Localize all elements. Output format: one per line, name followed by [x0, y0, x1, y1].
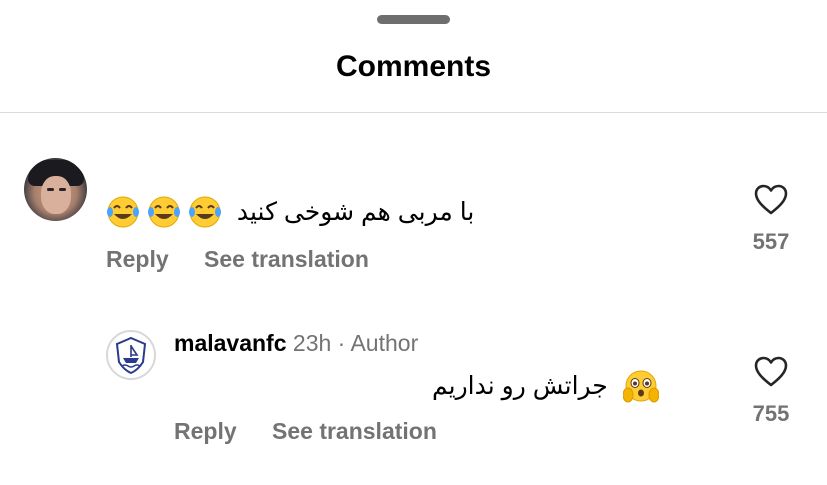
username-link[interactable]: malavanfc — [174, 330, 287, 356]
reply-header: malavanfc 23h · Author — [174, 330, 418, 357]
comment-body: با مربی هم شوخی کنید — [236, 198, 475, 226]
see-translation-button[interactable]: See translation — [272, 418, 437, 445]
flushed-face-with-hands-icon — [622, 370, 659, 403]
like-control[interactable]: 557 — [745, 184, 797, 255]
reply-button[interactable]: Reply — [106, 246, 169, 273]
page-title: Comments — [335, 50, 492, 83]
club-logo-icon — [115, 336, 147, 374]
face-with-tears-of-joy-icon — [188, 196, 221, 228]
see-translation-button[interactable]: See translation — [204, 246, 369, 273]
reply-text: جراتش رو نداریم — [432, 368, 659, 404]
comment-text: با مربی هم شوخی کنید — [106, 195, 474, 229]
header-divider — [0, 112, 827, 113]
avatar[interactable] — [106, 330, 156, 380]
face-with-tears-of-joy-icon — [107, 196, 139, 228]
heart-outline-icon[interactable] — [754, 356, 788, 387]
reply-body: جراتش رو نداریم — [432, 372, 608, 400]
avatar[interactable] — [24, 158, 87, 221]
author-badge: Author — [350, 330, 419, 356]
drag-handle[interactable] — [377, 15, 450, 24]
like-count: 755 — [752, 401, 790, 426]
reply-button[interactable]: Reply — [174, 418, 237, 445]
timestamp: 23h — [292, 330, 332, 356]
face-with-tears-of-joy-icon — [147, 196, 180, 228]
like-count: 557 — [752, 229, 790, 254]
like-control[interactable]: 755 — [745, 356, 797, 427]
heart-outline-icon[interactable] — [754, 184, 788, 215]
separator: · — [337, 330, 346, 356]
